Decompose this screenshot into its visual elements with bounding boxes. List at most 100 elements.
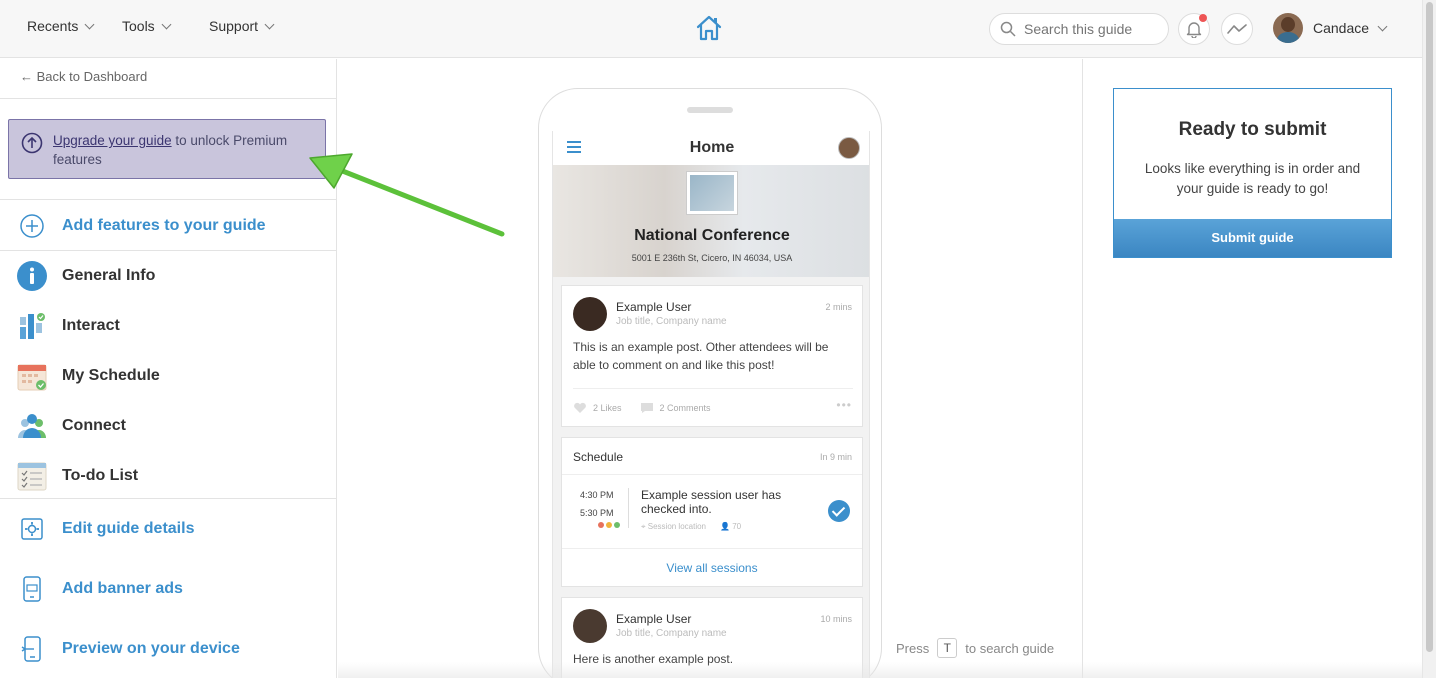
user-name: Candace (1313, 20, 1370, 36)
back-to-dashboard-link[interactable]: ← Back to Dashboard (20, 69, 147, 84)
schedule-heading: Schedule (573, 450, 624, 464)
submit-guide-button[interactable]: Submit guide (1114, 219, 1391, 257)
sidebar-item-label: To-do List (62, 467, 139, 484)
sidebar-item-interact[interactable]: Interact (16, 310, 120, 342)
comments-count: 2 Comments (659, 403, 711, 413)
location-pin-icon: ⌖ (641, 522, 646, 531)
bottom-fade (338, 662, 1422, 678)
avatar (1273, 13, 1303, 43)
scrollbar-thumb[interactable] (1426, 2, 1433, 652)
sidebar-item-label: Add features to your guide (62, 217, 266, 234)
arrow-up-circle-icon (21, 132, 43, 159)
event-logo (686, 171, 738, 215)
avatar (573, 297, 607, 331)
chevron-down-icon (1377, 21, 1388, 31)
post-body: This is an example post. Other attendees… (573, 340, 829, 372)
sidebar-item-label: Connect (62, 417, 126, 434)
divider (0, 498, 336, 499)
divider (573, 388, 853, 389)
submit-title: Ready to submit (1178, 119, 1327, 140)
page-scrollbar[interactable] (1422, 0, 1436, 678)
sidebar-item-my-schedule[interactable]: My Schedule (16, 360, 160, 392)
checked-in-icon (828, 500, 850, 522)
home-icon[interactable] (695, 14, 723, 47)
top-bar: Recents Tools Support Search this guide … (0, 0, 1422, 58)
submit-text: Looks like everything is in order and yo… (1144, 161, 1361, 196)
hint-press: Press (896, 640, 930, 656)
divider (562, 474, 862, 475)
settings-icon (16, 513, 48, 545)
session-tracks (598, 522, 620, 528)
hint-rest: to search guide (965, 640, 1055, 656)
nav-tools[interactable]: Tools (122, 18, 172, 34)
nav-recents[interactable]: Recents (27, 18, 95, 34)
event-name: National Conference (634, 227, 790, 244)
view-all-sessions-link[interactable]: View all sessions (562, 548, 862, 586)
post-author: Example User (616, 300, 692, 314)
session-title: Example session user has checked into. (641, 488, 782, 516)
nav-support-label: Support (209, 18, 259, 34)
upgrade-link[interactable]: Upgrade your guide (53, 133, 172, 148)
divider (628, 488, 629, 528)
avatar (573, 609, 607, 643)
hint-key: T (937, 638, 958, 658)
chevron-down-icon (84, 19, 95, 29)
likes-count: 2 Likes (593, 403, 622, 413)
interact-icon (16, 310, 48, 342)
session-start: 4:30 PM (580, 490, 614, 500)
app-title: Home (689, 139, 735, 156)
heart-icon[interactable] (573, 402, 587, 414)
user-menu[interactable]: Candace (1273, 13, 1388, 43)
sidebar-item-label: Add banner ads (62, 580, 183, 597)
schedule-countdown: In 9 min (819, 452, 852, 462)
nav-tools-label: Tools (122, 18, 155, 34)
sidebar-item-label: Preview on your device (62, 640, 240, 657)
divider (1082, 59, 1083, 678)
post-author-subtitle: Job title, Company name (616, 628, 727, 639)
sidebar-item-connect[interactable]: Connect (16, 410, 126, 442)
sidebar-item-todo-list[interactable]: To-do List (16, 460, 138, 492)
chevron-down-icon (264, 19, 275, 29)
phone-screen: Home National Conference 5001 E 236th St… (552, 131, 870, 678)
calendar-icon (16, 360, 48, 392)
avatar[interactable] (838, 137, 860, 159)
phone-preview-icon (16, 633, 48, 665)
sidebar-item-add-banner-ads[interactable]: Add banner ads (16, 573, 183, 605)
divider (0, 199, 336, 200)
post-card: Example User Job title, Company name 2 m… (561, 285, 863, 427)
sidebar-item-label: General Info (62, 267, 156, 284)
search-box[interactable] (989, 13, 1169, 45)
bell-icon (1186, 22, 1202, 38)
nav-support[interactable]: Support (209, 18, 275, 34)
nav-recents-label: Recents (27, 18, 79, 34)
more-icon[interactable]: ••• (836, 398, 852, 412)
post-author: Example User (616, 612, 692, 626)
sidebar-item-add-features[interactable]: Add features to your guide (16, 210, 266, 242)
phone-preview: Home National Conference 5001 E 236th St… (538, 88, 882, 678)
event-banner: National Conference 5001 E 236th St, Cic… (553, 165, 869, 277)
people-icon (16, 410, 48, 442)
sidebar-item-label: My Schedule (62, 367, 160, 384)
keyboard-hint: Press T to search guide (896, 638, 1054, 658)
sidebar-item-general-info[interactable]: General Info (16, 260, 155, 292)
activity-button[interactable] (1221, 13, 1253, 45)
person-icon: 👤 (720, 522, 730, 531)
checklist-icon (16, 460, 48, 492)
search-input[interactable] (1024, 21, 1154, 37)
post-actions: 2 Likes 2 Comments (573, 402, 711, 414)
notifications-button[interactable] (1178, 13, 1210, 45)
sidebar-item-edit-guide-details[interactable]: Edit guide details (16, 513, 194, 545)
notification-dot (1199, 14, 1207, 22)
plus-circle-icon (16, 210, 48, 242)
session-end: 5:30 PM (580, 508, 614, 518)
activity-icon (1227, 24, 1247, 34)
sidebar-item-preview-device[interactable]: Preview on your device (16, 633, 240, 665)
chevron-down-icon (161, 19, 172, 29)
session-meta: ⌖ Session location 👤 70 (641, 522, 741, 532)
submit-card: Ready to submit Looks like everything is… (1113, 88, 1392, 258)
post-time: 2 mins (825, 302, 852, 312)
post-time: 10 mins (820, 614, 852, 624)
comment-icon[interactable] (640, 402, 654, 414)
session-location-row: ⌖ Session location (641, 522, 706, 532)
search-icon (1000, 21, 1016, 37)
